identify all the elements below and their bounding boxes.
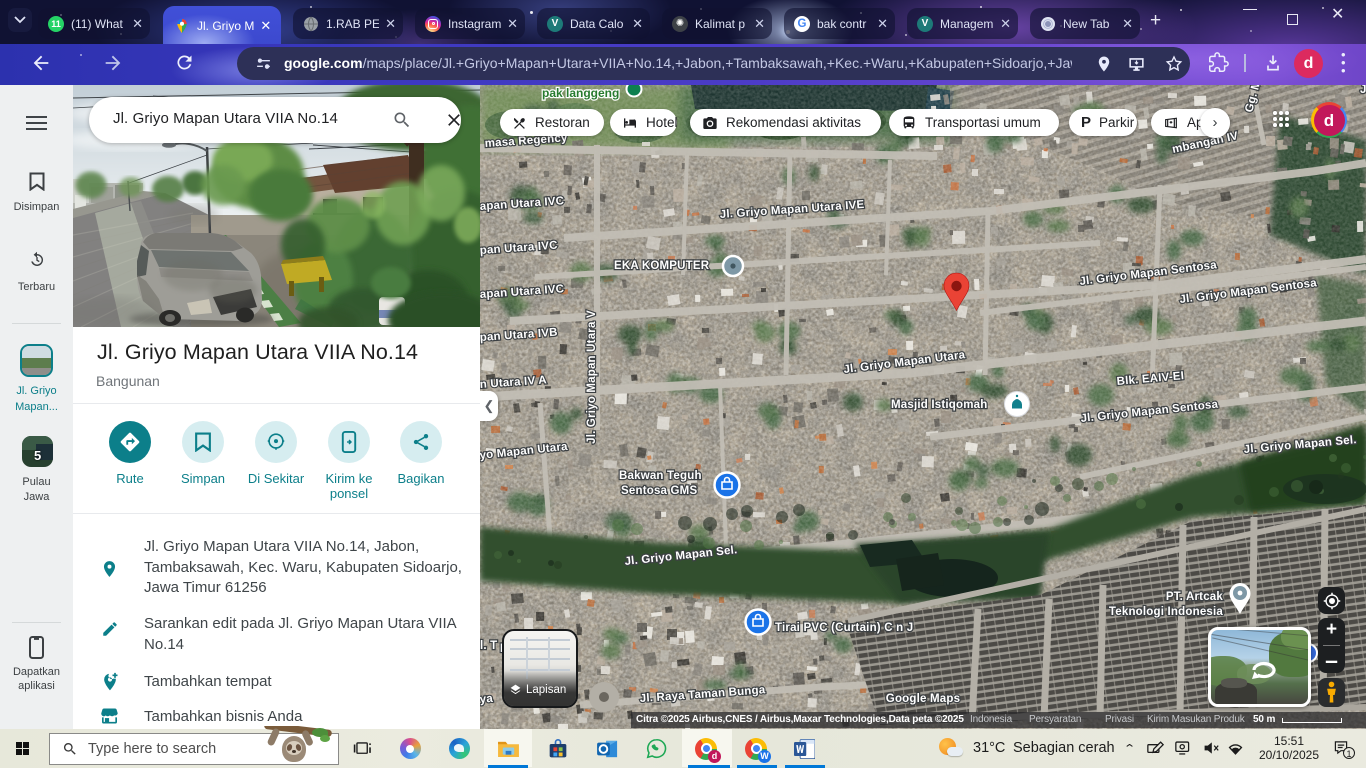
svg-text:PT. Artcak: PT. Artcak xyxy=(1166,591,1224,603)
svg-text:Jl: Jl xyxy=(1360,85,1366,96)
svg-text:Jl. Griyo Mapan Sentosa: Jl. Griyo Mapan Sentosa xyxy=(1079,259,1218,288)
svg-text:Google Maps: Google Maps xyxy=(886,693,960,705)
svg-text:Gg. Mus: Gg. Mus xyxy=(1243,85,1267,114)
svg-text:Jl. Griyo Mapan Sentosa: Jl. Griyo Mapan Sentosa xyxy=(1179,277,1318,306)
svg-text:Jl. Griyo Mapan Sel.: Jl. Griyo Mapan Sel. xyxy=(1243,434,1357,456)
svg-text:Masjid Istiqomah: Masjid Istiqomah xyxy=(891,399,988,411)
svg-text:ya: ya xyxy=(480,693,494,706)
svg-text:apan Utara IVC: apan Utara IVC xyxy=(480,283,565,301)
svg-text:Teknologi Indonesia: Teknologi Indonesia xyxy=(1109,606,1224,618)
svg-text:Jl. Griyo Mapan Utara IVE: Jl. Griyo Mapan Utara IVE xyxy=(719,199,865,221)
svg-text:EKA KOMPUTER: EKA KOMPUTER xyxy=(614,260,710,272)
svg-text:n Utara IV A: n Utara IV A xyxy=(480,374,547,391)
svg-text:pan Utara IVB: pan Utara IVB xyxy=(480,327,558,344)
svg-text:pak langgeng: pak langgeng xyxy=(542,86,619,100)
svg-text:Jl. Griyo Mapan Sentosa: Jl. Griyo Mapan Sentosa xyxy=(1080,399,1219,425)
svg-text:Jl. Griyo Mapan Utara: Jl. Griyo Mapan Utara xyxy=(843,349,966,376)
svg-text:Bakwan Teguh: Bakwan Teguh xyxy=(619,470,702,482)
svg-text:l. T: l. T xyxy=(480,640,497,652)
svg-text:Jl. Raya Taman Bunga: Jl. Raya Taman Bunga xyxy=(639,684,766,705)
svg-text:Jl. Griyo Mapan Sel.: Jl. Griyo Mapan Sel. xyxy=(624,544,738,568)
svg-text:Blk. EAIV-EI: Blk. EAIV-EI xyxy=(1116,370,1184,388)
svg-text:Tirai PVC (Curtain) C n J: Tirai PVC (Curtain) C n J xyxy=(775,622,913,634)
svg-text:Sentosa GMS: Sentosa GMS xyxy=(621,485,697,497)
svg-text:Jl. Griyo Mapan Utara V: Jl. Griyo Mapan Utara V xyxy=(586,310,598,444)
svg-text:apan Utara IVC: apan Utara IVC xyxy=(480,195,565,213)
svg-text:yo Mapan Utara: yo Mapan Utara xyxy=(480,441,569,462)
svg-text:pan Utara IVC: pan Utara IVC xyxy=(480,240,558,257)
